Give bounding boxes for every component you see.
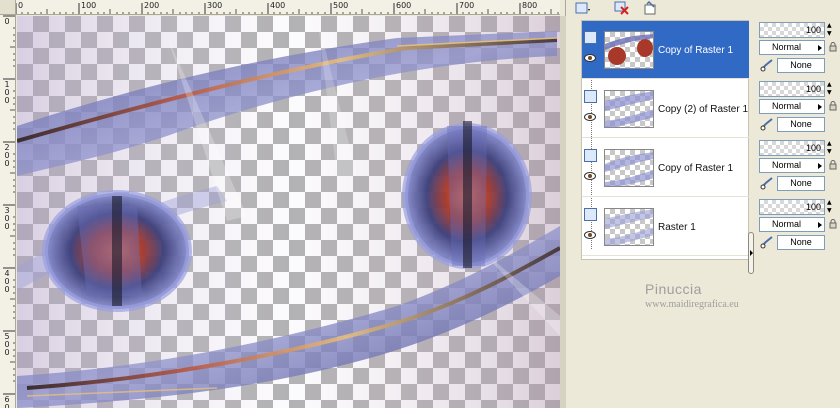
opacity-field[interactable]: 100 — [759, 22, 825, 38]
layer-properties: 100 ▲ ▼ Normal None — [757, 79, 840, 137]
opacity-value: 100 — [805, 143, 821, 153]
raster-layer-icon — [584, 208, 597, 221]
ruler-label: 0 — [4, 17, 10, 26]
horizontal-ruler: 0 100 200 300 400 500 600 700 800 — [16, 0, 560, 15]
raster-layer-icon — [584, 149, 597, 162]
link-mask-icon[interactable] — [760, 58, 774, 72]
visibility-eye-icon[interactable] — [584, 171, 596, 181]
lock-transparency-icon[interactable] — [829, 101, 837, 111]
layer-row[interactable]: Copy of Raster 1 — [582, 139, 749, 197]
opacity-field[interactable]: 100 — [759, 140, 825, 156]
layer-properties: 100 ▲ ▼ Normal None — [757, 197, 840, 255]
ruler-label: 2 0 0 — [4, 143, 10, 168]
blend-mode-dropdown[interactable]: Normal — [759, 99, 825, 114]
layer-properties-column: 100 ▲ ▼ Normal None 100 ▲ ▼ Normal None … — [757, 20, 840, 260]
new-layer-button[interactable] — [571, 0, 593, 16]
layer-row[interactable]: Copy of Raster 1 — [582, 21, 749, 79]
opacity-spinner[interactable]: ▲ ▼ — [827, 22, 834, 38]
delete-layer-button[interactable] — [611, 0, 633, 16]
raster-layer-icon — [584, 31, 597, 44]
raster-layer-icon — [584, 90, 597, 103]
expand-arrow-icon — [750, 250, 753, 256]
ruler-label: 100 — [81, 1, 97, 10]
blend-mode-value: Normal — [772, 42, 802, 52]
ruler-label: 400 — [270, 1, 286, 10]
layer-row[interactable]: Copy (2) of Raster 1 — [582, 80, 749, 138]
vertical-ruler: 0 1 0 0 2 0 0 3 0 0 4 0 0 5 0 0 6 0 — [0, 15, 16, 408]
mask-field[interactable]: None — [777, 117, 825, 132]
layer-row[interactable]: Raster 1 — [582, 198, 749, 256]
link-mask-icon[interactable] — [760, 176, 774, 190]
layers-toolbar — [567, 0, 840, 18]
ruler-label: 500 — [333, 1, 349, 10]
layer-properties-icon — [644, 1, 656, 15]
blend-mode-value: Normal — [772, 101, 802, 111]
visibility-eye-icon[interactable] — [584, 112, 596, 122]
ruler-label: 300 — [207, 1, 223, 10]
layer-name[interactable]: Copy of Raster 1 — [658, 163, 733, 174]
new-layer-icon — [575, 2, 590, 14]
layer-properties-button[interactable] — [639, 0, 661, 16]
paint-program-window: 0 100 200 300 400 500 600 700 800 0 1 0 … — [0, 0, 840, 408]
ruler-label: 700 — [459, 1, 475, 10]
lock-transparency-icon[interactable] — [829, 42, 837, 52]
ruler-label: 1 0 0 — [4, 80, 10, 105]
opacity-field[interactable]: 100 — [759, 81, 825, 97]
link-mask-icon[interactable] — [760, 117, 774, 131]
layer-name[interactable]: Copy of Raster 1 — [658, 45, 733, 56]
visibility-eye-icon[interactable] — [584, 230, 596, 240]
opacity-value: 100 — [805, 202, 821, 212]
ruler-label: 0 — [18, 1, 24, 10]
lock-transparency-icon[interactable] — [829, 160, 837, 170]
mask-field[interactable]: None — [777, 58, 825, 73]
dropdown-arrow-icon — [818, 45, 822, 51]
mask-field[interactable]: None — [777, 176, 825, 191]
opacity-spinner[interactable]: ▲ ▼ — [827, 199, 834, 215]
delete-layer-icon — [614, 1, 629, 15]
opacity-spinner[interactable]: ▲ ▼ — [827, 140, 834, 156]
blend-mode-dropdown[interactable]: Normal — [759, 217, 825, 232]
link-mask-icon[interactable] — [760, 235, 774, 249]
dropdown-arrow-icon — [818, 163, 822, 169]
layer-properties: 100 ▲ ▼ Normal None — [757, 20, 840, 78]
dropdown-arrow-icon — [818, 104, 822, 110]
blend-mode-dropdown[interactable]: Normal — [759, 158, 825, 173]
palette-splitter-handle[interactable] — [748, 232, 754, 274]
opacity-value: 100 — [805, 25, 821, 35]
canvas-area: 0 100 200 300 400 500 600 700 800 0 1 0 … — [0, 0, 566, 408]
mask-field[interactable]: None — [777, 235, 825, 250]
layer-name[interactable]: Raster 1 — [658, 222, 696, 233]
layers-palette: Copy of Raster 1 Copy (2) of Raster 1 Co… — [567, 0, 840, 408]
opacity-spinner[interactable]: ▲ ▼ — [827, 81, 834, 97]
blend-mode-value: Normal — [772, 219, 802, 229]
dropdown-arrow-icon — [818, 222, 822, 228]
layer-thumbnail — [604, 208, 654, 246]
ruler-label: 4 0 0 — [4, 269, 10, 294]
ruler-corner — [0, 0, 16, 15]
lock-transparency-icon[interactable] — [829, 219, 837, 229]
watermark-name: Pinuccia — [645, 281, 702, 297]
ruler-label: 6 0 — [4, 395, 10, 408]
ruler-label: 800 — [522, 1, 538, 10]
layers-list: Copy of Raster 1 Copy (2) of Raster 1 Co… — [581, 20, 749, 260]
opacity-field[interactable]: 100 — [759, 199, 825, 215]
ruler-label: 3 0 0 — [4, 206, 10, 231]
visibility-eye-icon[interactable] — [584, 53, 596, 63]
layer-name[interactable]: Copy (2) of Raster 1 — [658, 104, 748, 115]
ruler-label: 600 — [396, 1, 412, 10]
layer-thumbnail — [604, 31, 654, 69]
layer-properties: 100 ▲ ▼ Normal None — [757, 138, 840, 196]
ruler-label: 200 — [144, 1, 160, 10]
ruler-label: 5 0 0 — [4, 332, 10, 357]
blend-mode-dropdown[interactable]: Normal — [759, 40, 825, 55]
watermark-url: www.maidiregrafica.eu — [645, 299, 739, 310]
layer-thumbnail — [604, 149, 654, 187]
canvas-scrollbar[interactable] — [560, 16, 566, 408]
opacity-value: 100 — [805, 84, 821, 94]
image-canvas[interactable] — [17, 16, 560, 408]
layer-thumbnail — [604, 90, 654, 128]
blend-mode-value: Normal — [772, 160, 802, 170]
